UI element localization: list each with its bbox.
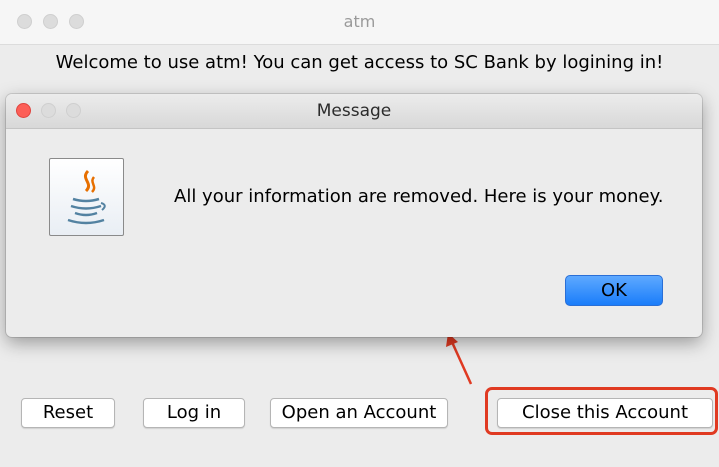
welcome-label: Welcome to use atm! You can get access t… — [55, 52, 664, 73]
dialog-title: Message — [316, 101, 392, 121]
ok-button[interactable]: OK — [565, 275, 663, 306]
reset-button[interactable]: Reset — [21, 398, 115, 428]
main-titlebar: atm — [0, 0, 719, 45]
java-icon — [49, 158, 124, 236]
message-dialog: Message All your information are removed… — [6, 94, 702, 337]
close-account-highlight — [485, 387, 718, 435]
annotation-arrow-icon — [446, 333, 473, 385]
dialog-message: All your information are removed. Here i… — [174, 186, 664, 207]
window-title: atm — [343, 12, 376, 31]
open-account-button[interactable]: Open an Account — [270, 398, 448, 428]
login-button[interactable]: Log in — [143, 398, 245, 428]
dialog-titlebar: Message — [6, 94, 702, 129]
